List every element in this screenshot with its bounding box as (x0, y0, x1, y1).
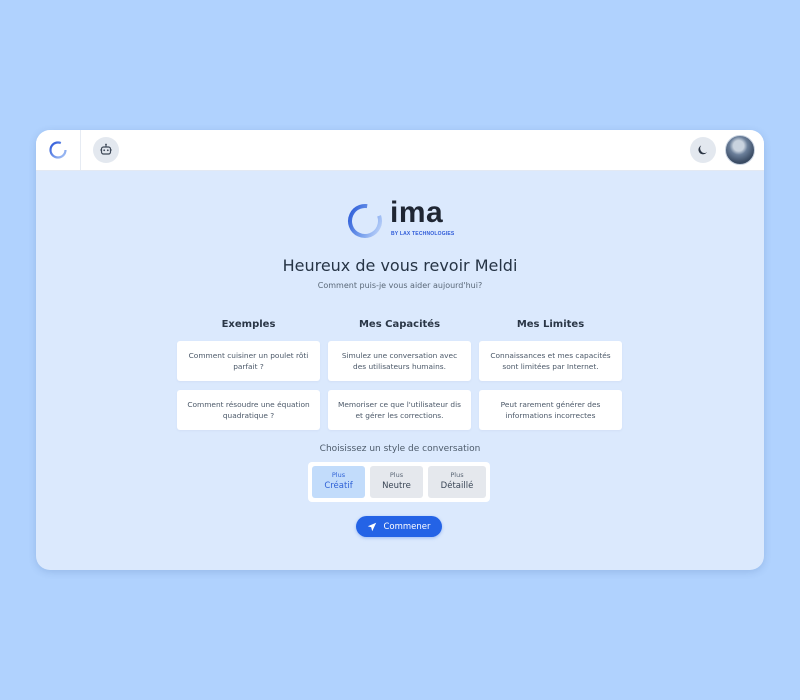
welcome-title: Heureux de vous revoir Meldi (282, 256, 518, 275)
theme-toggle-button[interactable] (690, 137, 716, 163)
style-selector-label: Choisissez un style de conversation (319, 444, 481, 454)
style-option-creative[interactable]: Plus Créatif (312, 466, 365, 498)
style-option-label: Neutre (382, 481, 411, 491)
welcome-subtitle: Comment puis-je vous aider aujourd'hui? (317, 281, 483, 290)
brand-name: ima (390, 196, 444, 229)
ima-ring-logo-icon (49, 141, 67, 159)
ima-logo-ring-icon (348, 204, 382, 238)
capability-card: Memoriser ce que l'utilisateur dis et gé… (328, 390, 471, 430)
style-option-prefix: Plus (331, 471, 346, 479)
limit-card: Connaissances et mes capacités sont limi… (479, 341, 622, 381)
logo-button[interactable] (36, 130, 81, 170)
column-title-limits: Mes Limites (516, 319, 585, 330)
start-button-label: Commener (383, 521, 431, 532)
assistant-button[interactable] (93, 137, 119, 163)
style-option-label: Détaillé (440, 481, 474, 491)
limit-card: Peut rarement générer des informations i… (479, 390, 622, 430)
send-icon (368, 522, 377, 531)
example-card[interactable]: Comment résoudre une équation quadratiqu… (177, 390, 320, 430)
brand-tagline: BY LAX TECHNOLOGIES (391, 231, 455, 237)
style-option-prefix: Plus (450, 471, 464, 479)
style-option-prefix: Plus (389, 471, 404, 479)
style-option-label: Créatif (324, 481, 353, 491)
user-avatar[interactable] (725, 135, 755, 165)
column-title-capabilities: Mes Capacités (358, 319, 441, 330)
column-title-examples: Exemples (221, 319, 276, 330)
top-bar (36, 130, 764, 171)
app-window: ima BY LAX TECHNOLOGIES Heureux de vous … (36, 130, 764, 570)
style-option-detailed[interactable]: Plus Détaillé (428, 466, 486, 498)
capability-card: Simulez une conversation avec des utilis… (328, 341, 471, 381)
example-card[interactable]: Comment cuisiner un poulet rôti parfait … (177, 341, 320, 381)
moon-icon (698, 145, 708, 155)
brand-logo: ima BY LAX TECHNOLOGIES (346, 196, 456, 242)
conversation-style-selector: Plus Créatif Plus Neutre Plus Détaillé (308, 462, 490, 502)
style-option-neutral[interactable]: Plus Neutre (370, 466, 423, 498)
robot-icon (100, 143, 112, 155)
start-button[interactable]: Commener (356, 516, 442, 537)
